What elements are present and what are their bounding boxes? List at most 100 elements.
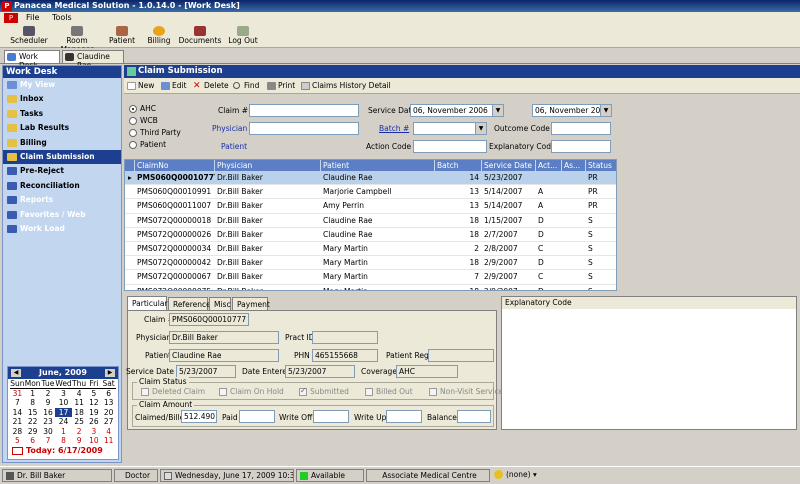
col-claimno[interactable]: ClaimNo	[135, 160, 215, 171]
calendar-day[interactable]: 4	[101, 427, 116, 437]
calendar-day[interactable]: 4	[72, 389, 87, 399]
table-row[interactable]: PMS072Q00000042 Dr.Bill Baker Mary Martin 1…	[125, 256, 616, 271]
menu-tools[interactable]: Tools	[52, 12, 72, 24]
calendar-today[interactable]: Today: 6/17/2009	[8, 446, 118, 456]
calendar-day[interactable]: 28	[10, 427, 25, 437]
tab-misc[interactable]: Misc	[209, 297, 231, 310]
new-button[interactable]: New	[126, 80, 154, 92]
calendar-day[interactable]: 11	[72, 398, 87, 408]
calendar-day[interactable]: 21	[10, 417, 25, 427]
calendar-day[interactable]: 1	[55, 427, 71, 437]
claims-history-button[interactable]: Claims History Detail	[300, 80, 391, 92]
calendar-day[interactable]: 20	[101, 408, 116, 418]
calendar-day[interactable]: 1	[25, 389, 41, 399]
col-action[interactable]: Act...	[536, 160, 562, 171]
radio-patient[interactable]	[129, 141, 137, 149]
tab-payment[interactable]: Payment	[232, 297, 270, 310]
phn-field[interactable]: 465155668	[312, 349, 378, 362]
claim-on-hold-checkbox[interactable]	[219, 388, 227, 396]
sidebar-item-tasks[interactable]: Tasks	[3, 107, 121, 121]
calendar-day[interactable]: 27	[101, 417, 116, 427]
delete-button[interactable]: ✕ Delete	[192, 80, 229, 92]
calendar-day[interactable]: 29	[25, 427, 41, 437]
col-status[interactable]: Status	[586, 160, 616, 171]
table-row[interactable]: PMS060Q00011007 Dr.Bill Baker Amy Perrin 13…	[125, 199, 616, 214]
service-date-to[interactable]: 06, November 2006 ▼	[532, 104, 612, 117]
calendar-day[interactable]: 2	[41, 389, 56, 399]
sidebar-item-lab-results[interactable]: Lab Results	[3, 121, 121, 135]
calendar-day[interactable]: 10	[86, 436, 101, 446]
paid-field[interactable]	[239, 410, 275, 423]
calendar-day[interactable]: 7	[10, 398, 25, 408]
calendar-day[interactable]: 14	[10, 408, 25, 418]
table-row[interactable]: PMS072Q00000026 Dr.Bill Baker Claudine Rae…	[125, 228, 616, 242]
table-row[interactable]: PMS060Q00010991 Dr.Bill Baker Marjorie Cam…	[125, 185, 616, 200]
date-entered-field[interactable]: 5/23/2007	[285, 365, 355, 378]
submitted-checkbox[interactable]	[299, 386, 307, 396]
room-manager-button[interactable]: Room Manager	[52, 26, 102, 54]
col-patient[interactable]: Patient	[321, 160, 435, 171]
sidebar-item-work-load[interactable]: Work Load	[3, 222, 121, 236]
calendar-day[interactable]: 9	[41, 398, 56, 408]
calendar-day[interactable]: 5	[86, 389, 101, 399]
prev-month-icon[interactable]: ◀	[11, 369, 21, 377]
calendar-day[interactable]: 12	[86, 398, 101, 408]
patient-button[interactable]: Patient	[106, 26, 138, 46]
calendar-day[interactable]: 3	[86, 427, 101, 437]
radio-wcb[interactable]	[129, 117, 137, 125]
calendar-day[interactable]: 31	[10, 389, 25, 399]
write-up-field[interactable]	[386, 410, 422, 423]
chevron-down-icon[interactable]: ▼	[492, 105, 503, 116]
col-service-date[interactable]: Service Date	[482, 160, 536, 171]
table-row[interactable]: ▸ PMS060Q00010777 Dr.Bill Baker Claudine Ra…	[125, 171, 616, 186]
find-button[interactable]: Find	[232, 80, 259, 92]
claim-number-input[interactable]	[249, 104, 359, 117]
coverage-field[interactable]: AHC	[396, 365, 458, 378]
sidebar-item-pre-reject[interactable]: Pre-Reject	[3, 164, 121, 178]
calendar-day[interactable]: 15	[25, 408, 41, 418]
table-row[interactable]: PMS072Q00000067 Dr.Bill Baker Mary Martin 7…	[125, 270, 616, 285]
calendar-day[interactable]: 5	[10, 436, 25, 446]
documents-button[interactable]: Documents	[178, 26, 222, 46]
col-physician[interactable]: Physician	[215, 160, 321, 171]
radio-third-party[interactable]	[129, 129, 137, 137]
explanatory-code-input[interactable]	[551, 140, 611, 153]
service-date-from[interactable]: 06, November 2006 ▼	[410, 104, 504, 117]
radio-ahc[interactable]	[129, 105, 137, 113]
tab-reference[interactable]: Reference	[168, 297, 211, 310]
calendar-day[interactable]: 16	[41, 408, 56, 418]
chevron-down-icon[interactable]: ▼	[475, 123, 486, 134]
calendar-day[interactable]: 18	[72, 408, 87, 418]
logout-button[interactable]: Log Out	[228, 26, 258, 46]
detail-patient-field[interactable]: Claudine Rae	[169, 349, 279, 362]
tab-work-desk[interactable]: Work Desk	[4, 50, 60, 70]
sidebar-item-reconciliation[interactable]: Reconciliation	[3, 179, 121, 193]
sidebar-item-claim-submission[interactable]: Claim Submission	[3, 149, 121, 165]
calendar-day[interactable]: 7	[41, 436, 56, 446]
outcome-code-input[interactable]	[551, 122, 611, 135]
calendar-day[interactable]: 11	[101, 436, 116, 446]
col-batch[interactable]: Batch	[435, 160, 482, 171]
batch-label[interactable]: Batch #	[379, 124, 409, 134]
calendar-day[interactable]: 9	[72, 436, 87, 446]
tab-particular[interactable]: Particular	[127, 296, 168, 310]
calendar-day[interactable]: 8	[25, 398, 41, 408]
detail-claim-field[interactable]: PMS060Q00010777	[169, 313, 249, 326]
sidebar-item-billing[interactable]: Billing	[3, 136, 121, 150]
batch-select[interactable]: ▼	[413, 122, 487, 135]
calendar-day[interactable]: 24	[55, 417, 71, 427]
calendar-day[interactable]: 6	[101, 389, 116, 399]
calendar-day[interactable]: 23	[41, 417, 56, 427]
physician-input[interactable]	[249, 122, 359, 135]
next-month-icon[interactable]: ▶	[105, 369, 115, 377]
deleted-claim-checkbox[interactable]	[141, 388, 149, 396]
calendar-day[interactable]: 25	[72, 417, 87, 427]
print-button[interactable]: Print	[266, 80, 295, 92]
menu-file[interactable]: File	[26, 12, 39, 24]
sidebar-item-inbox[interactable]: Inbox	[3, 92, 121, 106]
sidebar-item-reports[interactable]: Reports	[3, 193, 121, 207]
chevron-down-icon[interactable]: ▼	[600, 105, 611, 116]
calendar-day[interactable]: 13	[101, 398, 116, 408]
claimed-billed-field[interactable]: 512.490	[181, 410, 217, 423]
status-extra[interactable]: (none) ▾	[492, 469, 552, 482]
